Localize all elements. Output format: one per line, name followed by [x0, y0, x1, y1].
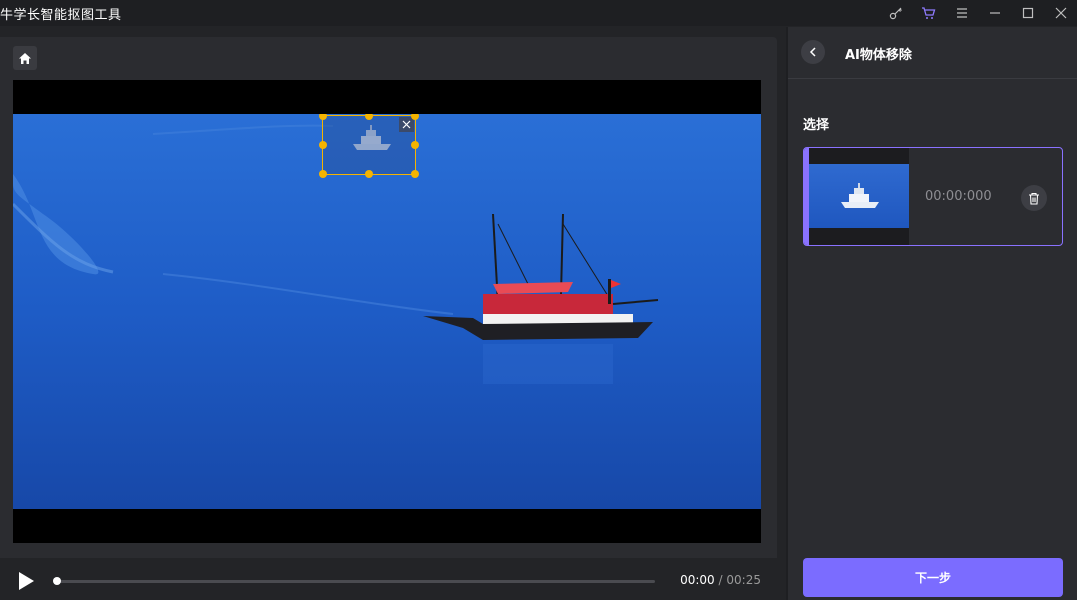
selection-box[interactable]: [319, 114, 419, 178]
clip-thumbnail-image: [809, 164, 909, 228]
window-controls: [879, 0, 1077, 26]
total-time: 00:25: [726, 573, 761, 587]
current-time: 00:00: [680, 573, 715, 587]
section-label-select: 选择: [803, 118, 830, 133]
menu-icon[interactable]: [945, 0, 978, 26]
chevron-left-icon: [809, 47, 816, 57]
video-preview: [13, 80, 761, 543]
sidebar-header: AI物体移除: [788, 27, 1077, 79]
back-button[interactable]: [801, 40, 825, 64]
resize-handle-left[interactable]: [319, 141, 327, 149]
play-button[interactable]: [16, 571, 36, 591]
maximize-icon[interactable]: [1011, 0, 1044, 26]
home-button[interactable]: [13, 46, 37, 70]
resize-handle-bottom-right[interactable]: [411, 170, 419, 178]
resize-handle-right[interactable]: [411, 141, 419, 149]
resize-handle-bottom-left[interactable]: [319, 170, 327, 178]
next-step-button[interactable]: 下一步: [803, 558, 1063, 597]
progress-track[interactable]: [57, 580, 655, 583]
delete-button[interactable]: [1021, 185, 1047, 211]
home-icon: [19, 52, 31, 64]
close-icon[interactable]: [1044, 0, 1077, 26]
play-icon: [19, 572, 34, 590]
editor-panel: [0, 37, 777, 558]
key-icon[interactable]: [879, 0, 912, 26]
resize-handle-top-left[interactable]: [319, 114, 327, 120]
clip-timestamp: 00:00:000: [925, 189, 992, 204]
title-bar: 牛学长智能抠图工具: [0, 0, 1077, 26]
clip-item[interactable]: 00:00:000: [803, 147, 1063, 246]
minimize-icon[interactable]: [978, 0, 1011, 26]
progress-knob[interactable]: [53, 577, 61, 585]
trash-icon: [1029, 192, 1039, 205]
resize-handle-top[interactable]: [365, 114, 373, 120]
time-display: 00:00 / 00:25: [680, 573, 761, 587]
cart-icon[interactable]: [912, 0, 945, 26]
video-frame-image: [13, 114, 761, 509]
time-separator: /: [718, 573, 723, 587]
sidebar: AI物体移除 选择 00:00:000 下一步: [788, 27, 1077, 600]
resize-handle-bottom[interactable]: [365, 170, 373, 178]
playback-bar: 00:00 / 00:25: [0, 559, 777, 600]
clip-thumbnail: [809, 148, 909, 245]
app-title: 牛学长智能抠图工具: [0, 7, 122, 23]
sidebar-title: AI物体移除: [845, 48, 912, 63]
